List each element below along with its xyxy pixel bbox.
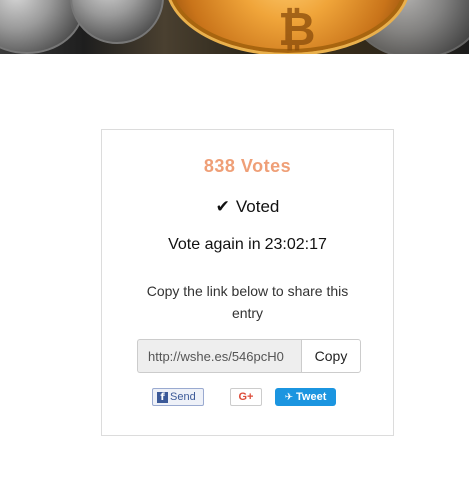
googleplus-share-button[interactable]: G+ <box>230 388 262 406</box>
check-icon: ✔ <box>215 197 230 217</box>
vote-card: 838 Votes ✔ Voted Vote again in 23:02:17 C… <box>101 129 394 436</box>
facebook-icon: f <box>157 391 168 403</box>
bitcoin-symbol-icon: ₿ <box>278 2 316 54</box>
twitter-bird-icon: ✈ <box>284 391 294 403</box>
voted-label: Voted <box>235 197 280 216</box>
share-instructions: Copy the link below to share this entry <box>146 283 349 321</box>
facebook-send-label: Send <box>170 391 196 403</box>
vote-again-label: Vote again in <box>168 236 261 253</box>
silver-coin-image <box>70 0 164 44</box>
header-banner-image: ₿ <box>0 0 469 54</box>
share-link-input[interactable] <box>137 339 301 373</box>
facebook-send-button[interactable]: f Send <box>152 388 204 406</box>
googleplus-label: G+ <box>238 391 254 403</box>
share-link-group: Copy <box>137 339 361 373</box>
copy-button[interactable]: Copy <box>301 339 361 373</box>
tweet-label: Tweet <box>296 391 327 403</box>
tweet-button[interactable]: ✈ Tweet <box>275 388 336 406</box>
countdown-time: 23:02:17 <box>264 236 327 253</box>
vote-count: 838 Votes <box>203 156 292 176</box>
voted-status: ✔ Voted <box>102 197 393 217</box>
vote-again-timer: Vote again in 23:02:17 <box>102 236 393 254</box>
